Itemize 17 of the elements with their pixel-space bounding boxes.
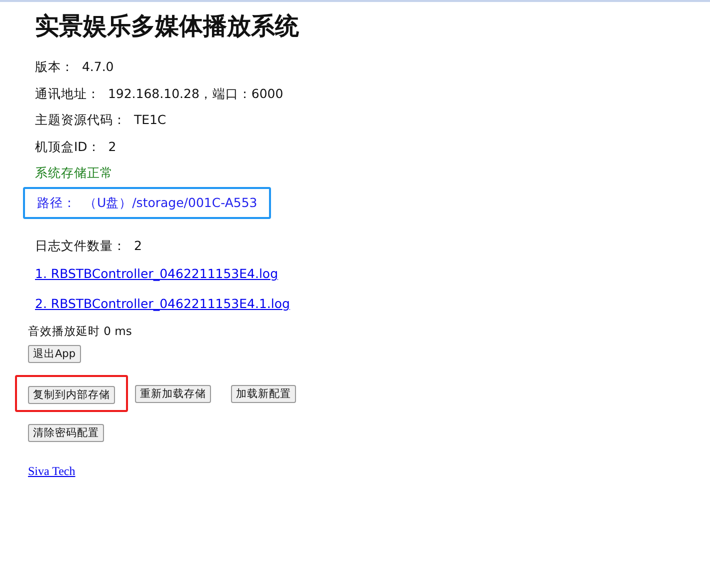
action-button[interactable]: 清除密码配置 <box>28 424 104 442</box>
status-text: 系统存储正常 <box>35 164 114 182</box>
log-count-text: 日志文件数量： 2 <box>35 236 143 254</box>
info-line: 主题资源代码： TE1C <box>35 111 168 129</box>
delay-text: 音效播放延时 0 ms <box>28 323 133 339</box>
path-text: 路径： （U盘）/storage/001C-A553 <box>23 186 272 218</box>
action-button[interactable]: 复制到内部存储 <box>28 386 115 404</box>
log-file-link[interactable]: 1. RBSTBController_0462211153E4.log <box>35 266 278 281</box>
action-button[interactable]: 加载新配置 <box>231 384 296 402</box>
info-line: 版本： 4.7.0 <box>35 58 115 76</box>
info-line: 通讯地址： 192.168.10.28，端口：6000 <box>35 84 284 102</box>
action-button[interactable]: 重新加载存储 <box>135 384 211 402</box>
log-file-link[interactable]: 2. RBSTBController_0462211153E4.1.log <box>35 296 290 311</box>
action-button[interactable]: 退出App <box>28 345 81 363</box>
info-line: 机顶盒ID： 2 <box>35 138 118 156</box>
page-title: 实景娱乐多媒体播放系统 <box>35 11 300 42</box>
footer-link[interactable]: Siva Tech <box>28 464 76 478</box>
